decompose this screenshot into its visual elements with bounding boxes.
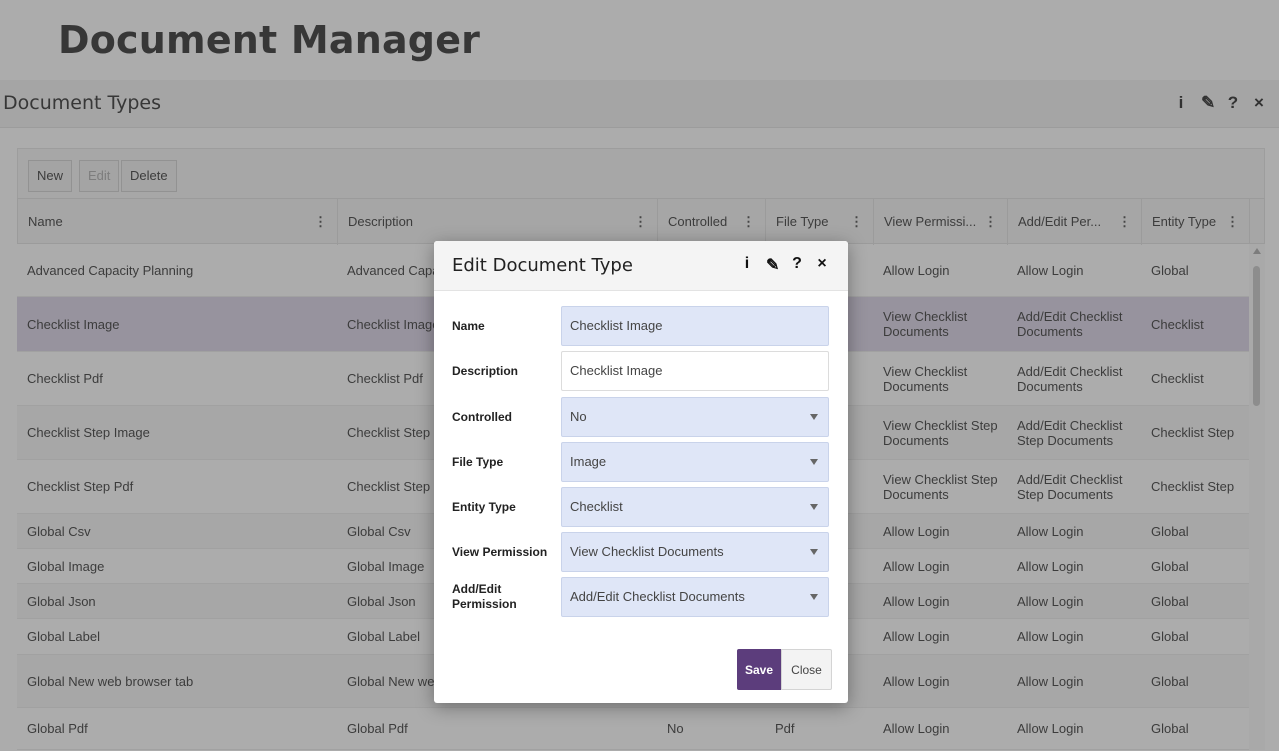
edit-permission-label: Add/Edit Permission	[452, 582, 517, 611]
name-field[interactable]: Checklist Image	[561, 306, 829, 346]
view-permission-select[interactable]: View Checklist Documents	[561, 532, 829, 572]
form-row-controlled: Controlled No	[452, 397, 832, 437]
view-permission-label: View Permission	[452, 544, 548, 559]
file-type-select[interactable]: Image	[561, 442, 829, 482]
form-row-edit-permission: Add/Edit Permission Add/Edit Checklist D…	[452, 577, 832, 617]
description-label: Description	[452, 363, 519, 378]
info-icon[interactable]: i	[741, 255, 753, 275]
chevron-down-icon	[810, 594, 818, 600]
form-row-file-type: File Type Image	[452, 442, 832, 482]
save-button[interactable]: Save	[737, 649, 781, 690]
close-button[interactable]: Close	[781, 649, 832, 690]
chevron-down-icon	[810, 549, 818, 555]
dialog-title: Edit Document Type	[452, 255, 633, 276]
dialog-header: Edit Document Type i ✎ ? ×	[434, 241, 848, 291]
form-row-description: Description Checklist Image	[452, 351, 832, 391]
edit-permission-select[interactable]: Add/Edit Checklist Documents	[561, 577, 829, 617]
description-field[interactable]: Checklist Image	[561, 351, 829, 391]
controlled-select[interactable]: No	[561, 397, 829, 437]
chevron-down-icon	[810, 459, 818, 465]
name-label: Name	[452, 318, 485, 333]
chevron-down-icon	[810, 414, 818, 420]
chevron-down-icon	[810, 504, 818, 510]
dialog-header-icons: i ✎ ? ×	[741, 255, 828, 275]
entity-type-label: Entity Type	[452, 499, 516, 514]
edit-document-type-dialog: Edit Document Type i ✎ ? × Name Checklis…	[434, 241, 848, 703]
close-icon[interactable]: ×	[816, 255, 828, 275]
form-row-entity-type: Entity Type Checklist	[452, 487, 832, 527]
controlled-label: Controlled	[452, 409, 512, 424]
entity-type-select[interactable]: Checklist	[561, 487, 829, 527]
file-type-label: File Type	[452, 454, 504, 469]
form-row-name: Name Checklist Image	[452, 306, 832, 346]
form-row-view-permission: View Permission View Checklist Documents	[452, 532, 832, 572]
pencil-icon[interactable]: ✎	[766, 255, 779, 275]
help-icon[interactable]: ?	[791, 255, 803, 275]
